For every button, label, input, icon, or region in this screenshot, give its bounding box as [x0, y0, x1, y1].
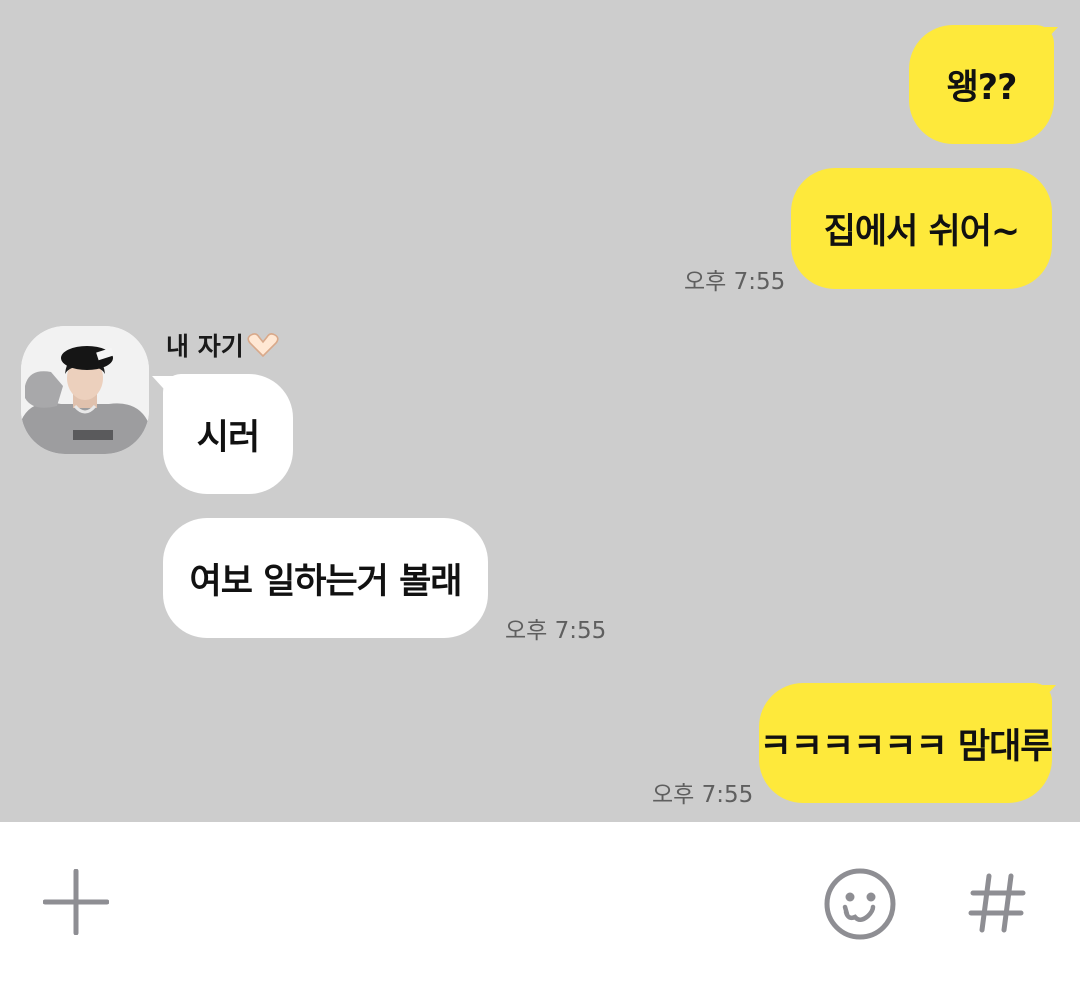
partner-message-bubble[interactable]: 여보 일하는거 볼래 — [163, 518, 488, 638]
chat-message-area[interactable]: 왱?? 집에서 쉬어~ 오후 7:55 내 자기 시러 여보 일하는거 볼래 오… — [0, 0, 1080, 822]
bubble-tail — [1028, 685, 1056, 709]
bubble-tail — [1030, 27, 1058, 51]
hashtag-icon[interactable] — [962, 868, 1032, 938]
message-input-bar[interactable] — [0, 822, 1080, 984]
message-text: 시러 — [196, 417, 260, 458]
message-text: ㅋㅋㅋㅋㅋㅋ 맘대루 — [759, 726, 1053, 767]
message-timestamp: 오후 7:55 — [652, 782, 754, 808]
bubble-tail — [152, 376, 180, 400]
emoticon-icon[interactable] — [822, 866, 898, 942]
message-timestamp: 오후 7:55 — [505, 618, 607, 644]
partner-name-text: 내 자기 — [166, 332, 244, 361]
partner-avatar[interactable] — [21, 326, 149, 454]
partner-message-bubble[interactable]: 시러 — [163, 374, 293, 494]
message-text: 왱?? — [946, 68, 1018, 108]
profile-photo — [21, 326, 149, 454]
heart-hands-icon — [246, 332, 280, 358]
message-timestamp: 오후 7:55 — [684, 269, 786, 295]
message-text: 집에서 쉬어~ — [823, 212, 1021, 252]
message-text: 여보 일하는거 볼래 — [189, 561, 463, 602]
my-message-bubble[interactable]: ㅋㅋㅋㅋㅋㅋ 맘대루 — [759, 683, 1053, 803]
my-message-bubble[interactable]: 집에서 쉬어~ — [791, 168, 1052, 289]
plus-icon[interactable] — [40, 866, 112, 938]
partner-name: 내 자기 — [166, 327, 280, 363]
